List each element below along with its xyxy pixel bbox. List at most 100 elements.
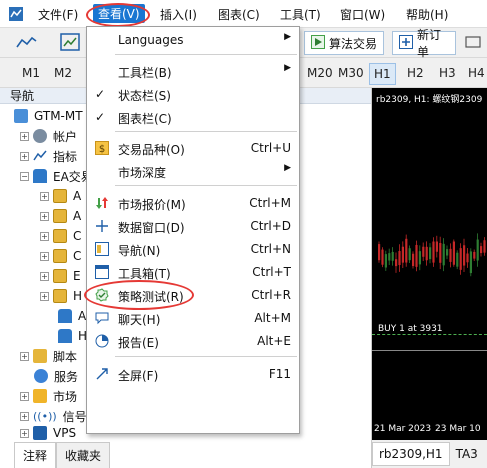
algo-trading-button[interactable]: 算法交易 <box>304 31 384 55</box>
folder-icon <box>53 249 67 263</box>
nav-row-folder[interactable]: + H <box>40 286 82 306</box>
nav-label: A <box>73 209 82 223</box>
timeframe-m2[interactable]: M2 <box>50 63 76 85</box>
nav-row-folder[interactable]: + A <box>40 206 81 226</box>
nav-row-accounts[interactable]: + 帐户 <box>20 126 77 146</box>
chat-icon <box>95 311 109 325</box>
timeframe-m20[interactable]: M20 <box>303 63 337 85</box>
nav-row-ea-file[interactable]: H <box>58 326 87 346</box>
chart-window-icon[interactable] <box>60 33 80 54</box>
nav-row-ea-file[interactable]: A <box>58 306 86 326</box>
menu-bar: 文件(F) 查看(V) 插入(I) 图表(C) 工具(T) 窗口(W) 帮助(H… <box>0 0 487 28</box>
toolbar-extra-icon[interactable] <box>464 34 482 53</box>
timeframe-m1[interactable]: M1 <box>18 63 44 85</box>
menu-separator <box>115 356 297 357</box>
menu-file[interactable]: 文件(F) <box>38 6 78 23</box>
menu-insert[interactable]: 插入(I) <box>160 6 197 23</box>
menu-item-symbols[interactable]: $ 交易品种(O) Ctrl+U <box>87 137 299 159</box>
nav-row-folder[interactable]: + C <box>40 226 81 246</box>
order-label: BUY 1 at 3931 <box>378 324 443 334</box>
menu-window[interactable]: 窗口(W) <box>340 6 385 23</box>
nav-row-vps[interactable]: + VPS <box>20 426 76 440</box>
tab-comments[interactable]: 注释 <box>14 442 57 468</box>
broker-icon <box>14 109 28 123</box>
menu-item-depth-of-market[interactable]: 市场深度 ▶ <box>87 160 299 182</box>
timeframe-h2[interactable]: H2 <box>403 63 428 85</box>
nav-row-expert-advisors[interactable]: − EA交易 <box>20 166 93 186</box>
nav-row-indicators[interactable]: + 指标 <box>20 146 77 166</box>
timeframe-m30[interactable]: M30 <box>334 63 368 85</box>
menu-item-chat[interactable]: 聊天(H) Alt+M <box>87 307 299 329</box>
menu-item-navigator[interactable]: 导航(N) Ctrl+N <box>87 238 299 260</box>
menu-help[interactable]: 帮助(H) <box>406 6 448 23</box>
menu-item-strategy-tester[interactable]: 策略测试(R) Ctrl+R <box>87 284 299 306</box>
expand-icon[interactable]: + <box>40 231 49 241</box>
nav-row-signals[interactable]: + ((•)) 信号 <box>20 406 87 426</box>
collapse-icon[interactable]: − <box>20 171 29 181</box>
expand-icon[interactable]: + <box>40 271 49 281</box>
expand-icon[interactable]: + <box>20 351 29 361</box>
nav-label: VPS <box>53 426 77 440</box>
expand-icon[interactable]: + <box>40 251 49 261</box>
nav-row-folder[interactable]: + E <box>40 266 81 286</box>
menu-item-fullscreen[interactable]: 全屏(F) F11 <box>87 363 299 385</box>
menu-item-toolbox[interactable]: 工具箱(T) Ctrl+T <box>87 261 299 283</box>
expand-icon[interactable]: + <box>40 291 49 301</box>
nav-row-market[interactable]: + 市场 <box>20 386 77 406</box>
folder-icon <box>53 209 67 223</box>
menu-separator <box>115 54 297 55</box>
timeframe-h3[interactable]: H3 <box>435 63 460 85</box>
chart-tab-rb2309[interactable]: rb2309,H1 <box>372 442 450 466</box>
menu-item-market-watch[interactable]: 市场报价(M) Ctrl+M <box>87 192 299 214</box>
candle-body <box>425 246 428 261</box>
menu-item-shortcut: Alt+M <box>254 311 291 325</box>
folder-icon <box>53 289 67 303</box>
nav-label: C <box>73 249 82 263</box>
candle-body <box>446 249 449 256</box>
candle-body <box>412 253 415 267</box>
nav-row-broker[interactable]: GTM-MT <box>14 106 83 126</box>
menu-item-shortcut: Ctrl+M <box>249 196 291 210</box>
subwindow-divider <box>372 350 487 351</box>
nav-row-services[interactable]: 服务 <box>34 366 78 386</box>
candle-body <box>408 248 411 261</box>
expand-icon[interactable]: + <box>20 151 29 161</box>
menu-item-label: 市场深度 <box>118 166 167 180</box>
fullscreen-icon <box>95 367 109 381</box>
menu-item-chart-bar[interactable]: ✓ 图表栏(C) <box>87 106 299 128</box>
candle-body <box>415 244 418 267</box>
menu-item-reports[interactable]: 报告(E) Alt+E <box>87 330 299 352</box>
menu-item-label: 图表栏(C) <box>118 112 172 126</box>
candle-body <box>398 251 401 266</box>
strategy-tester-icon <box>95 288 109 302</box>
new-order-button[interactable]: 新订单 <box>392 28 456 59</box>
chart-window[interactable]: rb2309, H1: 螺纹钢2309 BUY 1 at 3931 21 Mar… <box>372 88 487 468</box>
expand-icon[interactable]: + <box>20 428 29 438</box>
toolbox-icon <box>95 265 109 279</box>
expand-icon[interactable]: + <box>20 391 29 401</box>
candle-body <box>429 247 432 260</box>
menu-item-label: 市场报价(M) <box>118 198 186 212</box>
signals-icon: ((•)) <box>33 409 57 423</box>
menu-item-data-window[interactable]: 数据窗口(D) Ctrl+D <box>87 215 299 237</box>
menu-view[interactable]: 查看(V) <box>93 4 145 23</box>
timeframe-h1[interactable]: H1 <box>369 63 396 85</box>
menu-item-languages[interactable]: Languages ▶ <box>87 29 299 51</box>
timeframe-h4[interactable]: H4 <box>464 63 487 85</box>
expand-icon[interactable]: + <box>40 211 49 221</box>
menu-item-status-bar[interactable]: ✓ 状态栏(S) <box>87 83 299 105</box>
expand-icon[interactable]: + <box>20 411 29 421</box>
chart-tab-ta[interactable]: TA3 <box>450 443 484 465</box>
nav-row-scripts[interactable]: + 脚本 <box>20 346 77 366</box>
nav-row-folder[interactable]: + C <box>40 246 81 266</box>
tab-favorites[interactable]: 收藏夹 <box>56 442 111 468</box>
menu-charts[interactable]: 图表(C) <box>218 6 260 23</box>
menu-item-toolbars[interactable]: 工具栏(B) ▶ <box>87 60 299 82</box>
menu-tools[interactable]: 工具(T) <box>280 6 321 23</box>
nav-row-folder[interactable]: + A <box>40 186 81 206</box>
candle-body <box>459 248 462 270</box>
expand-icon[interactable]: + <box>40 191 49 201</box>
expand-icon[interactable]: + <box>20 131 29 141</box>
new-order-label: 新订单 <box>417 28 442 59</box>
line-chart-icon[interactable] <box>16 34 38 53</box>
